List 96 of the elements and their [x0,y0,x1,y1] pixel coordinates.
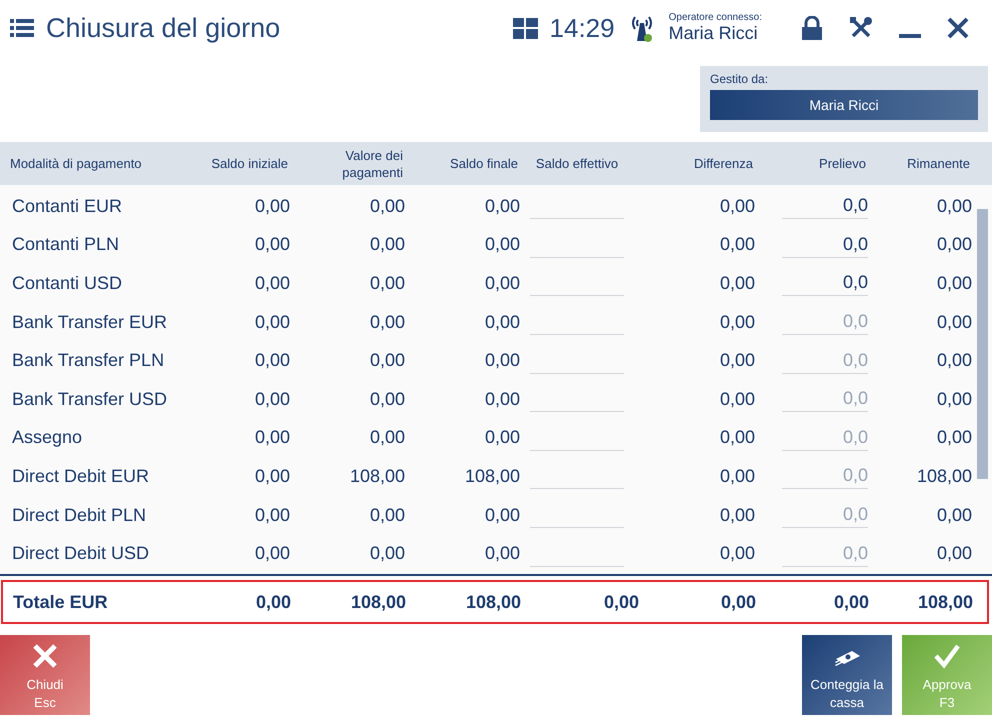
column-header: Valore dei pagamenti [341,146,403,180]
table-cell-text: 0,00 [254,543,290,564]
table-cell-text: 0,00 [718,350,755,372]
count-button[interactable]: Conteggia la cassa [802,635,892,715]
close-icon[interactable] [947,17,969,39]
table-cell-text: 0,00 [484,427,520,448]
table-cell-text: 0,00 [936,388,972,410]
total-value: 108,00 [916,592,973,612]
table-cell-text: 0,00 [718,272,755,294]
input-field[interactable]: 0,0 [782,270,868,296]
table-cell-text: 0,00 [484,312,520,333]
table-cell-text: 0,00 [368,350,405,372]
table-cell-text: 0,00 [368,543,405,564]
input-field[interactable]: 0,0 [782,232,868,258]
tools-icon[interactable] [849,16,873,40]
table-cell-text: 0,00 [254,466,290,487]
grid-icon[interactable] [512,18,538,38]
table-cell-text: 0,00 [368,504,405,526]
menu-icon[interactable] [10,18,34,38]
input-field[interactable]: 0,0 [782,193,868,220]
table-cell-text: 0,00 [718,388,755,410]
lock-icon[interactable] [801,16,823,40]
column-header: Rimanente [906,155,970,172]
table-cell-text: 0,00 [254,504,290,526]
table-cell-text: 0,00 [254,272,290,294]
table-cell-text: 0,00 [254,427,290,448]
payment-method: Direct Debit EUR [12,466,150,487]
table-cell-text: 0,00 [484,350,520,372]
table-cell-text: 0,00 [936,427,972,448]
table-cell-text: 0,00 [718,466,755,487]
table-cell-text: 0,00 [718,234,755,256]
table-cell-text: 0,00 [368,312,405,333]
table-cell-text: 0,00 [254,312,290,333]
column-header: Prelievo [818,155,866,172]
table-cell-text: 0,00 [718,504,755,526]
payment-method: Contanti USD [12,272,124,294]
table-cell-text: 108,00 [916,466,972,487]
table-cell-text: 0,00 [368,427,405,448]
total-label: Totale EUR [13,592,109,612]
table-cell-text: 0,00 [936,350,972,372]
table-cell-text: 0,00 [936,196,972,217]
operator-label: Operatore connesso: [668,12,762,23]
table-cell-text: 0,00 [936,312,972,333]
payment-method: Direct Debit PLN [12,504,148,526]
approve-button[interactable]: Approva F3 [902,635,992,715]
table-cell-text: 0,00 [368,272,405,294]
payment-method: Bank Transfer PLN [12,350,166,372]
total-value: 0,00 [254,592,291,612]
table-cell-text: 0,00 [484,388,520,410]
table-cell-text: 0,00 [936,543,972,564]
total-value: 0,00 [602,592,639,612]
table-cell-text: 0,00 [484,543,520,564]
table-cell-text: 0,00 [368,234,405,256]
table-cell-text: 0,00 [254,196,290,217]
check-icon [933,643,961,669]
column-header: Saldo effettivo [534,155,620,172]
column-header: Saldo iniziale [210,155,288,172]
payment-method: Bank Transfer USD [12,388,168,410]
table-cell-text: 0,00 [368,388,405,410]
table-cell-text: 0,00 [484,272,520,294]
table-cell-text: 0,00 [718,427,755,448]
total-value: 108,00 [464,592,521,612]
table-cell-text: 0,00 [936,234,972,256]
table-cell-text: 0,00 [718,196,755,217]
table-cell-text: 108,00 [464,466,520,487]
payment-method: Contanti PLN [12,234,120,256]
clock-time: 14:29 [550,12,615,44]
column-header: Differenza [692,155,753,172]
total-value: 0,00 [832,592,869,612]
operator-name: Maria Ricci [668,23,759,44]
managed-by-label: Gestito da: [710,72,770,86]
total-value: 108,00 [350,592,406,612]
table-cell-text: 0,00 [254,388,290,410]
table-cell-text: 0,00 [484,504,520,526]
payment-method: Direct Debit USD [12,543,150,564]
column-header: Modalità di pagamento [10,155,143,172]
payment-method: Contanti EUR [12,196,124,217]
payment-method: Assegno [12,427,84,448]
close-button[interactable]: Chiudi Esc [0,635,90,715]
table-cell-text: 0,00 [936,272,972,294]
table-cell-text: 0,00 [254,350,290,372]
table-cell-text: 108,00 [348,466,405,487]
column-header: Saldo finale [449,155,518,172]
table-cell-text: 0,00 [484,234,520,256]
table-cell-text: 0,00 [254,234,290,256]
scrollbar[interactable] [977,209,988,479]
table-cell-text: 0,00 [368,196,405,217]
close-icon [32,643,58,669]
payment-method: Bank Transfer EUR [12,312,168,333]
manager-name-button[interactable]: Maria Ricci [710,90,978,120]
table-cell-text: 0,00 [484,196,520,217]
total-value: 0,00 [720,592,756,612]
table-cell-text: 0,00 [718,312,755,333]
table-cell-text: 0,00 [718,543,755,564]
page-title: Chiusura del giorno [46,12,282,44]
table-cell-text: 0,00 [936,504,972,526]
